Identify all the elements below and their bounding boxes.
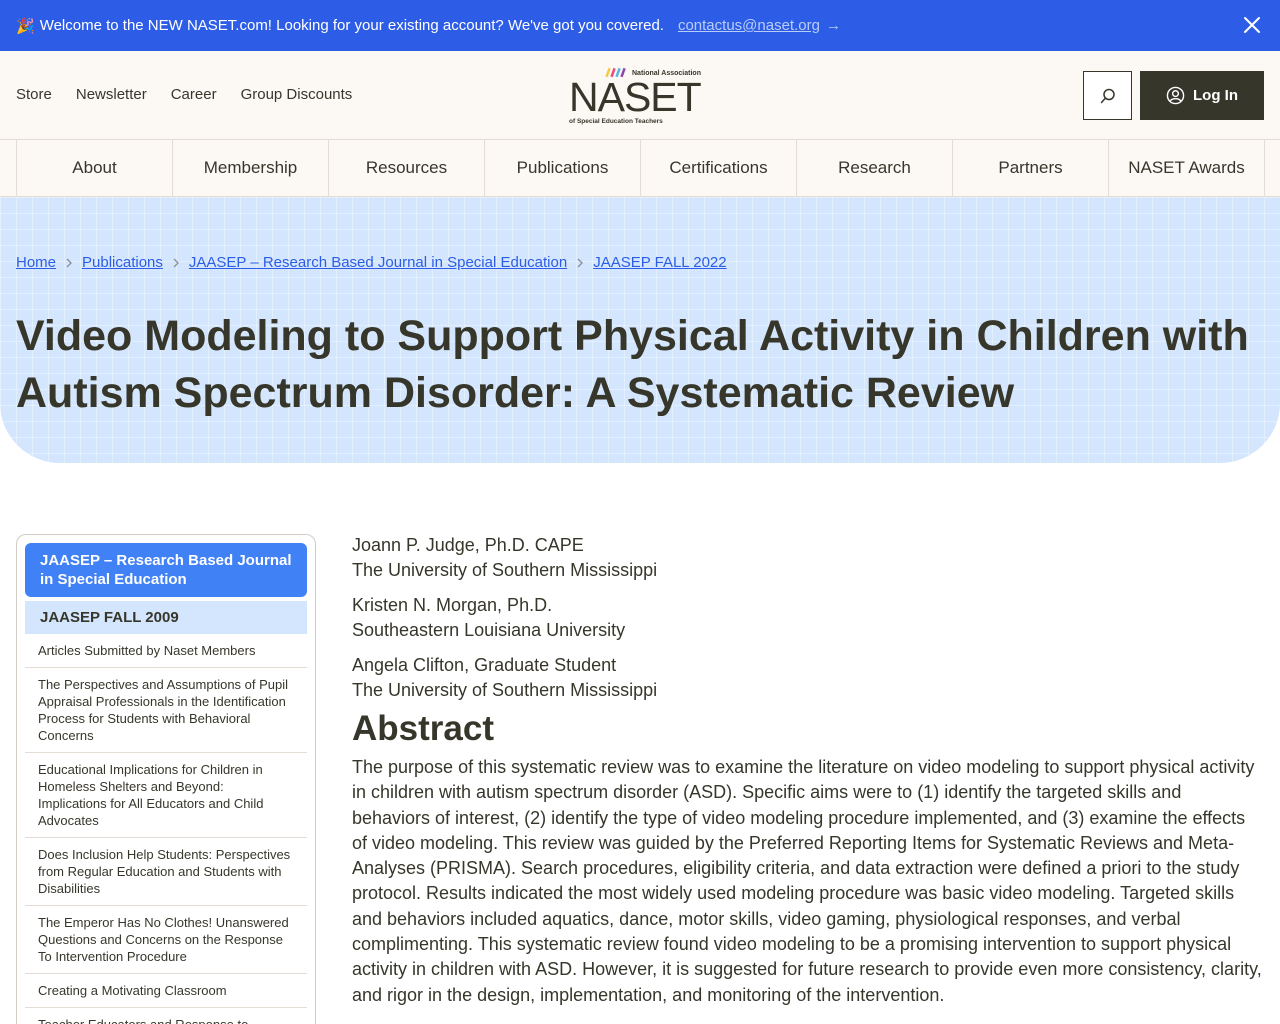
user-icon [1166,86,1185,105]
abstract-text: The purpose of this systematic review wa… [352,757,1262,1005]
utility-nav: Store Newsletter Career Group Discounts [16,86,352,103]
log-in-button[interactable]: Log In [1140,71,1264,120]
nav-item-about[interactable]: About [17,140,173,196]
author-affiliation: Southeastern Louisiana University [352,620,626,640]
close-banner-button[interactable] [1240,13,1264,37]
utility-link-group-discounts[interactable]: Group Discounts [241,86,353,103]
contact-email-link[interactable]: contactus@naset.org [678,17,820,34]
author-name: Joann P. Judge, Ph.D. CAPE [352,535,584,555]
nav-item-partners[interactable]: Partners [953,140,1109,196]
nav-item-naset-awards[interactable]: NASET Awards [1109,140,1265,196]
utility-link-career[interactable]: Career [171,86,217,103]
close-icon [1244,17,1260,33]
log-in-label: Log In [1193,87,1238,104]
nav-item-membership[interactable]: Membership [173,140,329,196]
sidebar-article-item[interactable]: Articles Submitted by Naset Members [25,634,307,668]
search-icon [1100,88,1115,103]
party-icon: 🎉 [16,17,35,35]
abstract-heading: Abstract [352,709,494,748]
article-content: Joann P. Judge, Ph.D. CAPE The Universit… [352,533,1264,1008]
nav-item-research[interactable]: Research [797,140,953,196]
author-affiliation: The University of Southern Mississippi [352,680,658,700]
sidebar-article-item[interactable]: Creating a Motivating Classroom [25,974,307,1008]
sidebar-article-item[interactable]: Educational Implications for Children in… [25,753,307,838]
author-block: Kristen N. Morgan, Ph.D. Southeastern Lo… [352,593,1264,643]
author-name: Angela Clifton, Graduate Student [352,655,617,675]
page-hero: Home Publications JAASEP – Research Base… [0,197,1280,463]
sidebar-item-jaasep[interactable]: JAASEP – Research Based Journal in Speci… [25,543,307,597]
utility-link-store[interactable]: Store [16,86,52,103]
site-header: Store Newsletter Career Group Discounts … [0,51,1280,140]
author-block: Angela Clifton, Graduate Student The Uni… [352,653,1264,703]
breadcrumb-publications[interactable]: Publications [82,254,163,271]
utility-link-newsletter[interactable]: Newsletter [76,86,147,103]
arrow-right-icon[interactable]: → [826,17,841,34]
breadcrumb-jaasep[interactable]: JAASEP – Research Based Journal in Speci… [189,254,567,271]
sidebar-nav: JAASEP – Research Based Journal in Speci… [16,534,316,1024]
breadcrumb: Home Publications JAASEP – Research Base… [16,254,727,271]
sidebar-article-item[interactable]: The Emperor Has No Clothes! Unanswered Q… [25,906,307,974]
sidebar-article-item[interactable]: Does Inclusion Help Students: Perspectiv… [25,838,307,906]
author-block: Joann P. Judge, Ph.D. CAPE The Universit… [352,533,1264,583]
author-name: Kristen N. Morgan, Ph.D. [352,595,553,615]
sidebar-article-item[interactable]: Teacher Educators and Response to Interv… [25,1008,307,1024]
naset-logo[interactable]: National Association NASET of Special Ed… [568,65,714,127]
sidebar-article-list: Articles Submitted by Naset Members The … [25,634,307,1024]
breadcrumb-home[interactable]: Home [16,254,56,271]
nav-item-publications[interactable]: Publications [485,140,641,196]
chevron-right-icon [576,255,584,271]
breadcrumb-fall-2022[interactable]: JAASEP FALL 2022 [593,254,726,271]
sidebar-item-fall-2009[interactable]: JAASEP FALL 2009 [25,601,307,634]
logo-bottom-line: of Special Education Teachers [569,118,663,125]
sidebar-article-item[interactable]: The Perspectives and Assumptions of Pupi… [25,668,307,753]
search-button[interactable] [1083,71,1132,120]
nav-item-certifications[interactable]: Certifications [641,140,797,196]
chevron-right-icon [65,255,73,271]
author-affiliation: The University of Southern Mississippi [352,560,658,580]
logo-wordmark: NASET [569,74,702,120]
page-title: Video Modeling to Support Physical Activ… [16,312,1249,417]
nav-item-resources[interactable]: Resources [329,140,485,196]
announcement-banner: 🎉 Welcome to the NEW NASET.com! Looking … [0,0,1280,51]
announcement-message: Welcome to the NEW NASET.com! Looking fo… [39,17,664,34]
main-nav: About Membership Resources Publications … [0,140,1280,197]
chevron-right-icon [172,255,180,271]
